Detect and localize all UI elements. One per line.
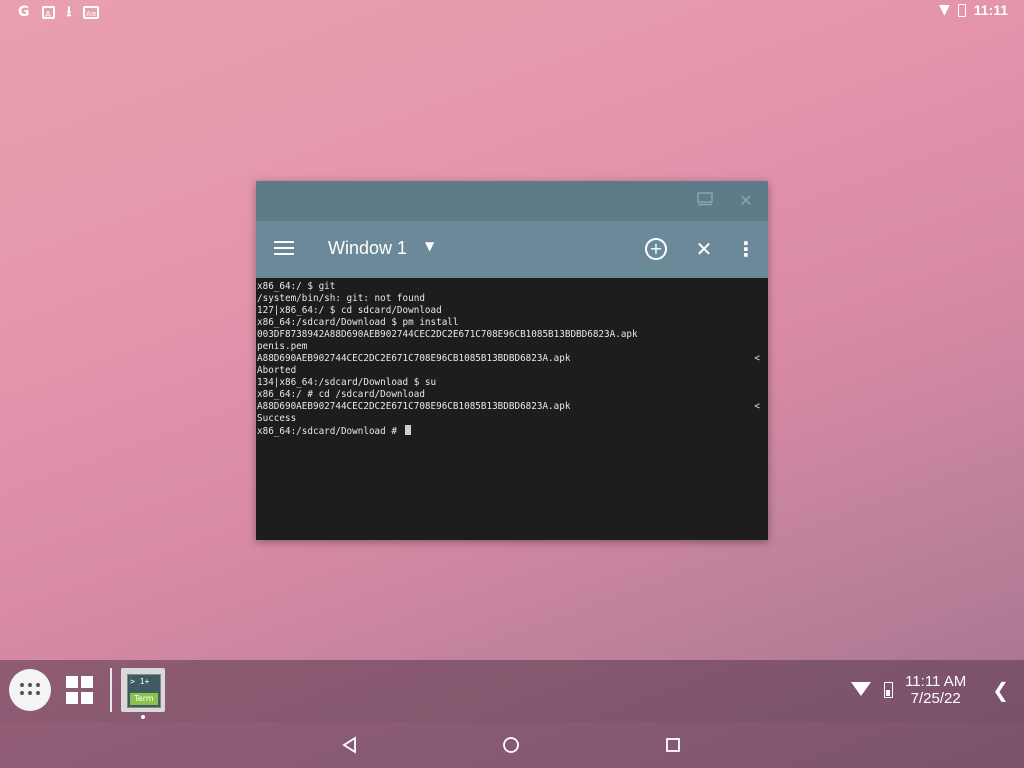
clock-time: 11:11 AM [905,673,967,690]
taskbar-divider [110,668,112,712]
wifi-off-icon: ▼ [938,2,950,18]
line-overflow-marker: < [754,353,760,364]
more-vert-icon: ⋮ [736,237,756,261]
download-icon: ⭳ [66,4,72,20]
running-indicator [141,715,145,719]
terminal-line: x86_64:/sdcard/Download # [257,425,767,437]
navigation-bar [0,722,1024,768]
terminal-line-text: x86_64:/sdcard/Download $ pm install [257,317,459,328]
close-window-button[interactable]: ✕ [691,236,717,262]
apps-dots-icon [20,683,40,697]
terminal-line-text: 127|x86_64:/ $ cd sdcard/Download [257,305,442,316]
window-dropdown-icon[interactable]: ▼ [425,239,434,253]
home-icon [503,737,519,753]
terminal-line: A88D690AEB902744CEC2DC2E671C708E96CB1085… [257,353,767,365]
terminal-line: Success [257,413,767,425]
clock-date: 7/25/22 [910,690,961,707]
status-bar: G A ⭳ A≡ ▼ 11:11 [0,0,1024,24]
terminal-line-text: A88D690AEB902744CEC2DC2E671C708E96CB1085… [257,353,571,364]
terminal-line-text: Success [257,413,297,424]
system-tray[interactable]: 11:11 AM 7/25/22 ❮ [850,673,1009,707]
terminal-app-bar: Window 1 ▼ + ✕ ⋮ [256,221,768,278]
terminal-line-text: x86_64:/sdcard/Download # [257,426,403,437]
grid-icon [66,676,78,688]
terminal-line-text: 003DF8738942A88D690AEB902744CEC2DC2E671C… [257,329,638,340]
back-button[interactable] [339,734,361,756]
terminal-line: 134|x86_64:/sdcard/Download $ su [257,377,767,389]
status-bar-notifications: G A ⭳ A≡ [18,3,100,21]
taskbar-clock[interactable]: 11:11 AM 7/25/22 [905,673,966,707]
battery-icon[interactable] [884,682,894,698]
terminal-app-logo: > 1+ Term [127,674,161,708]
terminal-output[interactable]: x86_64:/ $ git/system/bin/sh: git: not f… [256,278,768,540]
terminal-app-prompt: > 1+ [130,677,150,686]
line-overflow-marker: < [754,401,760,412]
window-close-button[interactable]: ✕ [736,191,756,211]
terminal-line: 127|x86_64:/ $ cd sdcard/Download [257,305,767,317]
terminal-line: penis.pem [257,341,767,353]
back-icon [342,736,356,754]
all-apps-button[interactable] [9,669,51,711]
terminal-app-label: Term [130,693,158,705]
add-circle-icon: + [645,238,667,260]
overview-grid-button[interactable] [66,676,94,704]
terminal-line: x86_64:/ # cd /sdcard/Download [257,389,767,401]
terminal-line-text: /system/bin/sh: git: not found [257,293,425,304]
battery-icon [957,3,966,17]
overflow-menu-button[interactable]: ⋮ [733,236,759,262]
status-bar-clock: 11:11 [973,2,1008,18]
taskbar: > 1+ Term 11:11 AM 7/25/22 ❮ [0,660,1024,722]
terminal-line: x86_64:/sdcard/Download $ pm install [257,317,767,329]
chevron-left-icon[interactable]: ❮ [992,678,1009,702]
terminal-line: Aborted [257,365,767,377]
maximize-icon [697,192,713,206]
terminal-line-text: x86_64:/ $ git [257,281,336,292]
terminal-window[interactable]: ✕ Window 1 ▼ + ✕ ⋮ x86_64:/ $ git/system… [256,181,768,540]
recents-button[interactable] [662,734,684,756]
wifi-icon[interactable] [850,682,872,698]
window-title[interactable]: Window 1 [328,238,407,259]
home-button[interactable] [500,734,522,756]
google-icon: G [18,4,30,20]
terminal-line-text: A88D690AEB902744CEC2DC2E671C708E96CB1085… [257,401,571,412]
close-icon: ✕ [695,237,713,261]
accessibility-icon: A [41,5,55,19]
menu-button[interactable] [274,241,294,259]
terminal-line-text: x86_64:/ # cd /sdcard/Download [257,389,425,400]
terminal-app-icon[interactable]: > 1+ Term [121,668,165,712]
recents-icon [666,738,680,752]
terminal-line-text: Aborted [257,365,297,376]
new-window-button[interactable]: + [643,236,669,262]
maximize-button[interactable] [695,191,715,211]
terminal-line: 003DF8738942A88D690AEB902744CEC2DC2E671C… [257,329,767,341]
terminal-line: /system/bin/sh: git: not found [257,293,767,305]
terminal-line-text: penis.pem [257,341,308,352]
terminal-line-text: 134|x86_64:/sdcard/Download $ su [257,377,437,388]
close-icon: ✕ [739,191,753,210]
subtitles-icon: A≡ [83,5,100,19]
status-bar-system: ▼ 11:11 [939,2,1008,18]
hamburger-icon [274,241,294,243]
terminal-line: A88D690AEB902744CEC2DC2E671C708E96CB1085… [257,401,767,413]
window-titlebar[interactable]: ✕ [256,181,768,221]
terminal-line: x86_64:/ $ git [257,281,767,293]
terminal-cursor [404,425,411,435]
